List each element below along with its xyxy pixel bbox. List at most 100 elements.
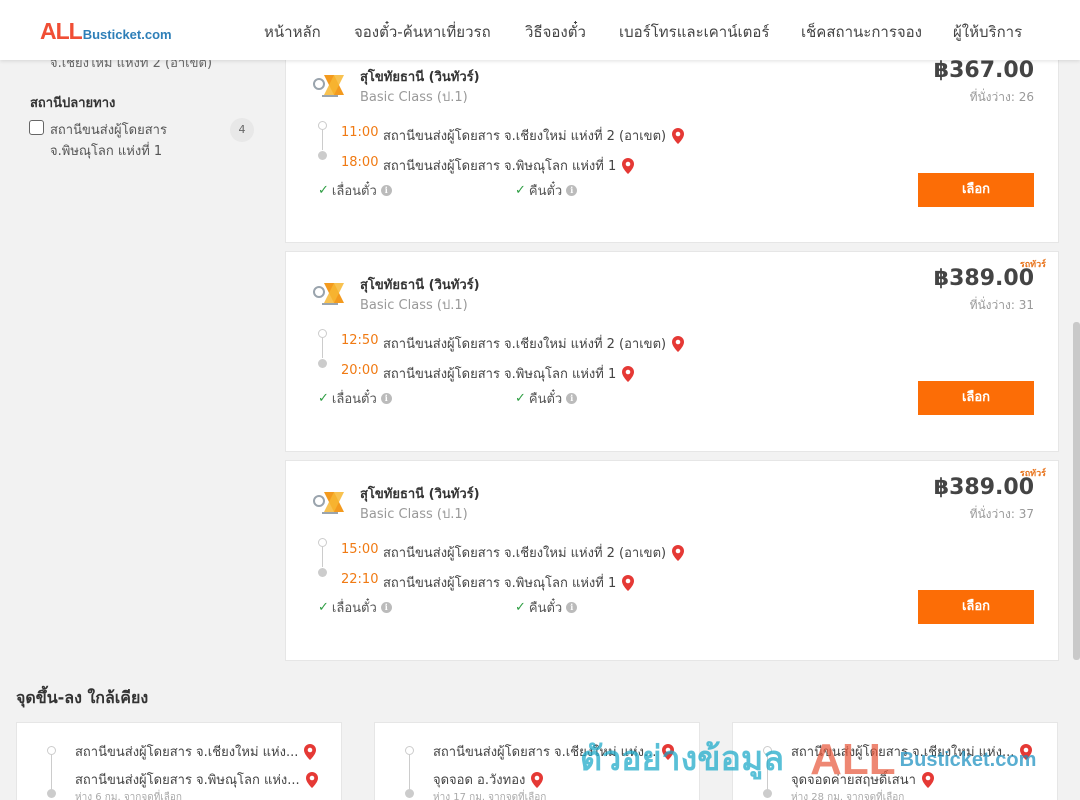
nearby-stop-card[interactable]: สถานีขนส่งผู้โดยสาร จ.เชียงใหม่ แห่ง... …: [16, 722, 342, 800]
arrive-stop: สถานีขนส่งผู้โดยสาร จ.พิษณุโลก แห่งที่ 1: [383, 363, 635, 384]
seats-available: ที่นั่งว่าง: 26: [969, 90, 1034, 104]
arrive-time: 20:00: [341, 363, 379, 378]
change-ticket-feature[interactable]: ✓ เลื่อนตั๋ว i: [318, 597, 392, 618]
refund-ticket-feature[interactable]: ✓ คืนตั๋ว i: [515, 180, 578, 201]
trip-card: สุโขทัยธานี (วินทัวร์) Basic Class (ป.1)…: [285, 43, 1059, 243]
nav-booking-status[interactable]: เช็คสถานะการจอง: [801, 20, 922, 44]
info-icon[interactable]: i: [566, 602, 578, 613]
info-icon[interactable]: i: [380, 185, 392, 196]
refund-ticket-feature[interactable]: ✓ คืนตั๋ว i: [515, 388, 578, 409]
timeline-line: [767, 755, 768, 791]
depart-stop: สถานีขนส่งผู้โดยสาร จ.เชียงใหม่ แห่งที่ …: [383, 125, 685, 146]
nearby-stops-title: จุดขึ้น-ลง ใกล้เคียง: [16, 688, 149, 707]
info-icon[interactable]: i: [566, 185, 578, 196]
info-icon[interactable]: i: [380, 602, 392, 613]
depart-stop: สถานีขนส่งผู้โดยสาร จ.เชียงใหม่ แห่งที่ …: [383, 542, 685, 563]
nearby-from: สถานีขนส่งผู้โดยสาร จ.เชียงใหม่ แห่ง...: [75, 741, 317, 762]
timeline-line: [322, 130, 323, 150]
main-nav: หน้าหลัก จองตั๋ว-ค้นหาเที่ยวรถ วิธีจองตั…: [0, 20, 1080, 41]
arrive-stop: สถานีขนส่งผู้โดยสาร จ.พิษณุโลก แห่งที่ 1: [383, 155, 635, 176]
map-pin-icon[interactable]: [622, 574, 635, 591]
seats-available: ที่นั่งว่าง: 37: [969, 507, 1034, 521]
timeline-line: [322, 547, 323, 567]
timeline-end-dot: [318, 568, 327, 577]
check-icon: ✓: [318, 391, 329, 406]
map-pin-icon[interactable]: [662, 743, 675, 760]
select-trip-button[interactable]: เลือก: [918, 381, 1034, 415]
operator-name: สุโขทัยธานี (วินทัวร์): [360, 487, 480, 502]
map-pin-icon[interactable]: [672, 335, 685, 352]
nearby-to-name: จุดจอด อ.วังทอง: [433, 773, 526, 788]
operator-name: สุโขทัยธานี (วินทัวร์): [360, 70, 480, 85]
trip-card: รถทัวร์ สุโขทัยธานี (วินทัวร์) Basic Cla…: [285, 251, 1059, 452]
arrive-time: 22:10: [341, 572, 379, 587]
change-ticket-feature[interactable]: ✓ เลื่อนตั๋ว i: [318, 180, 392, 201]
arrive-stop-name: สถานีขนส่งผู้โดยสาร จ.พิษณุโลก แห่งที่ 1: [383, 367, 617, 382]
nearby-from: สถานีขนส่งผู้โดยสาร จ.เชียงใหม่ แห่ง...: [433, 741, 675, 762]
depart-stop-name: สถานีขนส่งผู้โดยสาร จ.เชียงใหม่ แห่งที่ …: [383, 129, 667, 144]
operator-logo-icon: [313, 492, 344, 514]
check-icon: ✓: [318, 600, 329, 615]
refund-ticket-label: คืนตั๋ว: [528, 184, 563, 199]
info-icon[interactable]: i: [380, 393, 392, 404]
nav-operators[interactable]: ผู้ให้บริการ: [953, 20, 1022, 44]
seats-available: ที่นั่งว่าง: 31: [969, 298, 1034, 312]
change-ticket-label: เลื่อนตั๋ว: [331, 184, 377, 199]
arrive-stop-name: สถานีขนส่งผู้โดยสาร จ.พิษณุโลก แห่งที่ 1: [383, 159, 617, 174]
timeline-start-dot: [47, 746, 56, 755]
check-icon: ✓: [515, 183, 526, 198]
nav-home[interactable]: หน้าหลัก: [264, 20, 321, 44]
destination-checkbox[interactable]: [29, 120, 44, 135]
depart-stop-name: สถานีขนส่งผู้โดยสาร จ.เชียงใหม่ แห่งที่ …: [383, 337, 667, 352]
trip-price: ฿367.00: [933, 58, 1034, 83]
nearby-to-name: สถานีขนส่งผู้โดยสาร จ.พิษณุโลก แห่ง...: [75, 773, 300, 788]
nearby-to: จุดจอดค่ายสฤษดิ์เสนา: [791, 769, 934, 790]
depart-time: 15:00: [341, 542, 379, 557]
nearby-stop-card[interactable]: สถานีขนส่งผู้โดยสาร จ.เชียงใหม่ แห่ง... …: [374, 722, 700, 800]
timeline-line: [322, 338, 323, 358]
destination-option-count: 4: [230, 118, 254, 142]
trip-card: รถทัวร์ สุโขทัยธานี (วินทัวร์) Basic Cla…: [285, 460, 1059, 661]
info-icon[interactable]: i: [566, 393, 578, 404]
check-icon: ✓: [318, 183, 329, 198]
timeline-end-dot: [318, 151, 327, 160]
map-pin-icon[interactable]: [622, 365, 635, 382]
page-scrollbar-thumb[interactable]: [1073, 322, 1080, 660]
destination-option-label[interactable]: สถานีขนส่งผู้โดยสาร จ.พิษณุโลก แห่งที่ 1: [50, 120, 220, 162]
nav-book-search[interactable]: จองตั๋ว-ค้นหาเที่ยวรถ: [354, 20, 491, 44]
map-pin-icon[interactable]: [1020, 743, 1033, 760]
nav-phone-counters[interactable]: เบอร์โทรและเคาน์เตอร์: [619, 20, 769, 44]
nearby-from-name: สถานีขนส่งผู้โดยสาร จ.เชียงใหม่ แห่ง...: [433, 745, 657, 760]
timeline-start-dot: [318, 538, 327, 547]
select-trip-button[interactable]: เลือก: [918, 590, 1034, 624]
nav-how-to-book[interactable]: วิธีจองตั๋ว: [525, 20, 586, 44]
nearby-distance: ห่าง 17 กม. จากจุดที่เลือก: [433, 792, 547, 800]
select-trip-button[interactable]: เลือก: [918, 173, 1034, 207]
operator-name: สุโขทัยธานี (วินทัวร์): [360, 278, 480, 293]
trip-price: ฿389.00: [933, 266, 1034, 291]
bus-class: Basic Class (ป.1): [360, 298, 468, 313]
timeline-end-dot: [47, 789, 56, 798]
map-pin-icon[interactable]: [622, 157, 635, 174]
arrive-stop-name: สถานีขนส่งผู้โดยสาร จ.พิษณุโลก แห่งที่ 1: [383, 576, 617, 591]
map-pin-icon[interactable]: [921, 771, 934, 788]
timeline-line: [51, 755, 52, 791]
timeline-end-dot: [763, 789, 772, 798]
refund-ticket-label: คืนตั๋ว: [528, 392, 563, 407]
map-pin-icon[interactable]: [305, 771, 318, 788]
refund-ticket-feature[interactable]: ✓ คืนตั๋ว i: [515, 597, 578, 618]
operator-logo-icon: [313, 75, 344, 97]
nearby-distance: ห่าง 6 กม. จากจุดที่เลือก: [75, 792, 182, 800]
map-pin-icon[interactable]: [304, 743, 317, 760]
change-ticket-feature[interactable]: ✓ เลื่อนตั๋ว i: [318, 388, 392, 409]
nearby-stop-card[interactable]: สถานีขนส่งผู้โดยสาร จ.เชียงใหม่ แห่ง... …: [732, 722, 1058, 800]
map-pin-icon[interactable]: [672, 127, 685, 144]
map-pin-icon[interactable]: [672, 544, 685, 561]
timeline-end-dot: [318, 359, 327, 368]
arrive-time: 18:00: [341, 155, 379, 170]
map-pin-icon[interactable]: [531, 771, 544, 788]
timeline-start-dot: [318, 121, 327, 130]
check-icon: ✓: [515, 391, 526, 406]
arrive-stop: สถานีขนส่งผู้โดยสาร จ.พิษณุโลก แห่งที่ 1: [383, 572, 635, 593]
timeline-line: [409, 755, 410, 791]
